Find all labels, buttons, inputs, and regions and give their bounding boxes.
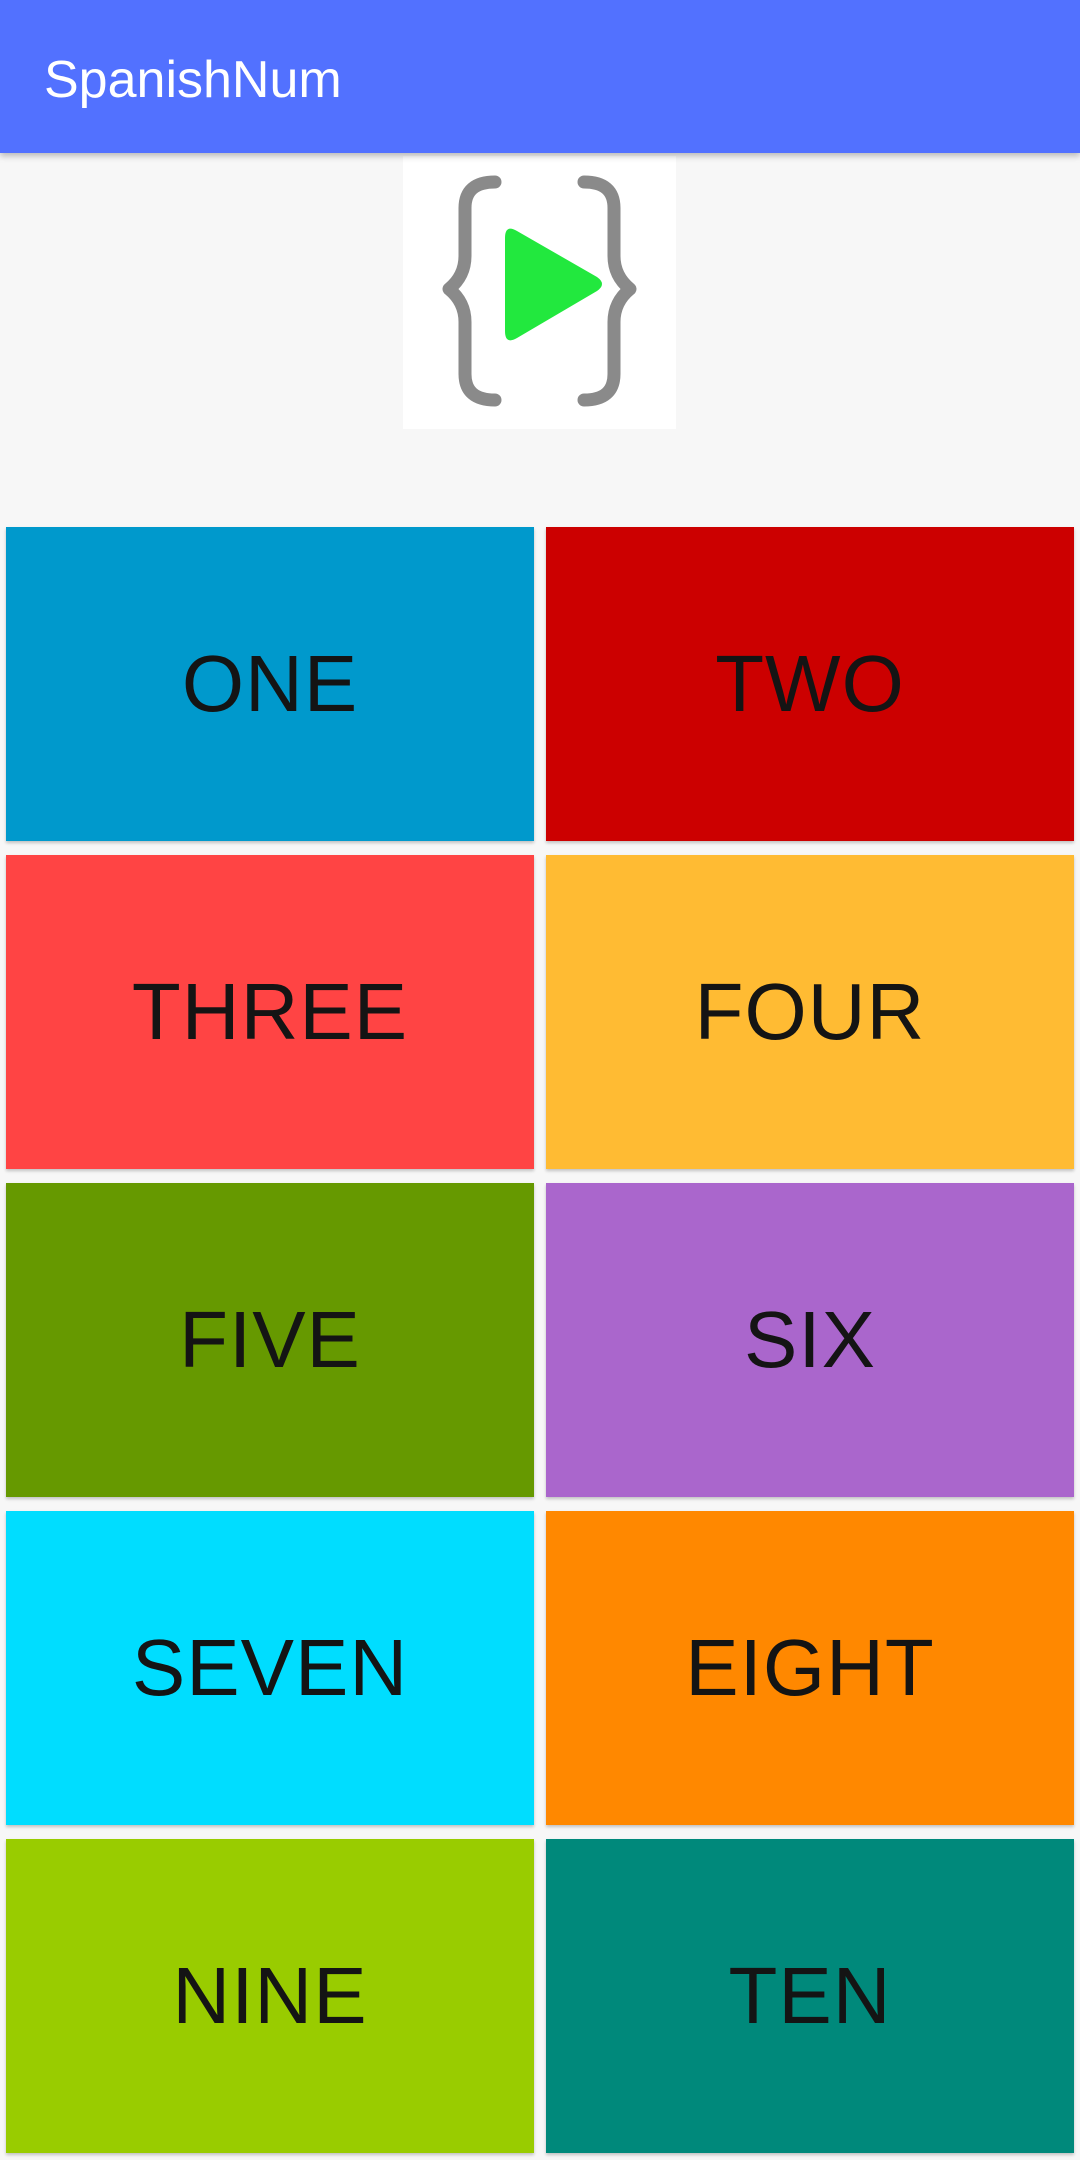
number-tile-two[interactable]: TWO	[546, 527, 1074, 841]
number-label: SIX	[744, 1295, 876, 1384]
number-tile-ten[interactable]: TEN	[546, 1839, 1074, 2153]
number-tile-nine[interactable]: NINE	[6, 1839, 534, 2153]
number-label: TEN	[728, 1951, 892, 2040]
number-label: ONE	[181, 639, 359, 728]
number-tile-five[interactable]: FIVE	[6, 1183, 534, 1497]
app-title: SpanishNum	[44, 51, 342, 109]
number-label: NINE	[172, 1951, 368, 2040]
number-tile-one[interactable]: ONE	[6, 527, 534, 841]
app-logo	[403, 156, 676, 429]
number-tile-six[interactable]: SIX	[546, 1183, 1074, 1497]
number-label: THREE	[131, 967, 409, 1056]
number-label: EIGHT	[685, 1623, 935, 1712]
app-bar: SpanishNum	[0, 0, 1080, 153]
number-tile-three[interactable]: THREE	[6, 855, 534, 1169]
number-grid: ONE TWO THREE FOUR FIVE SIX SEVEN EIGHT …	[6, 527, 1074, 2153]
number-tile-four[interactable]: FOUR	[546, 855, 1074, 1169]
number-label: SEVEN	[131, 1623, 409, 1712]
number-label: FIVE	[179, 1295, 361, 1384]
play-in-braces-icon	[442, 175, 637, 407]
number-label: FOUR	[694, 967, 926, 1056]
number-tile-eight[interactable]: EIGHT	[546, 1511, 1074, 1825]
number-tile-seven[interactable]: SEVEN	[6, 1511, 534, 1825]
number-label: TWO	[715, 639, 905, 728]
